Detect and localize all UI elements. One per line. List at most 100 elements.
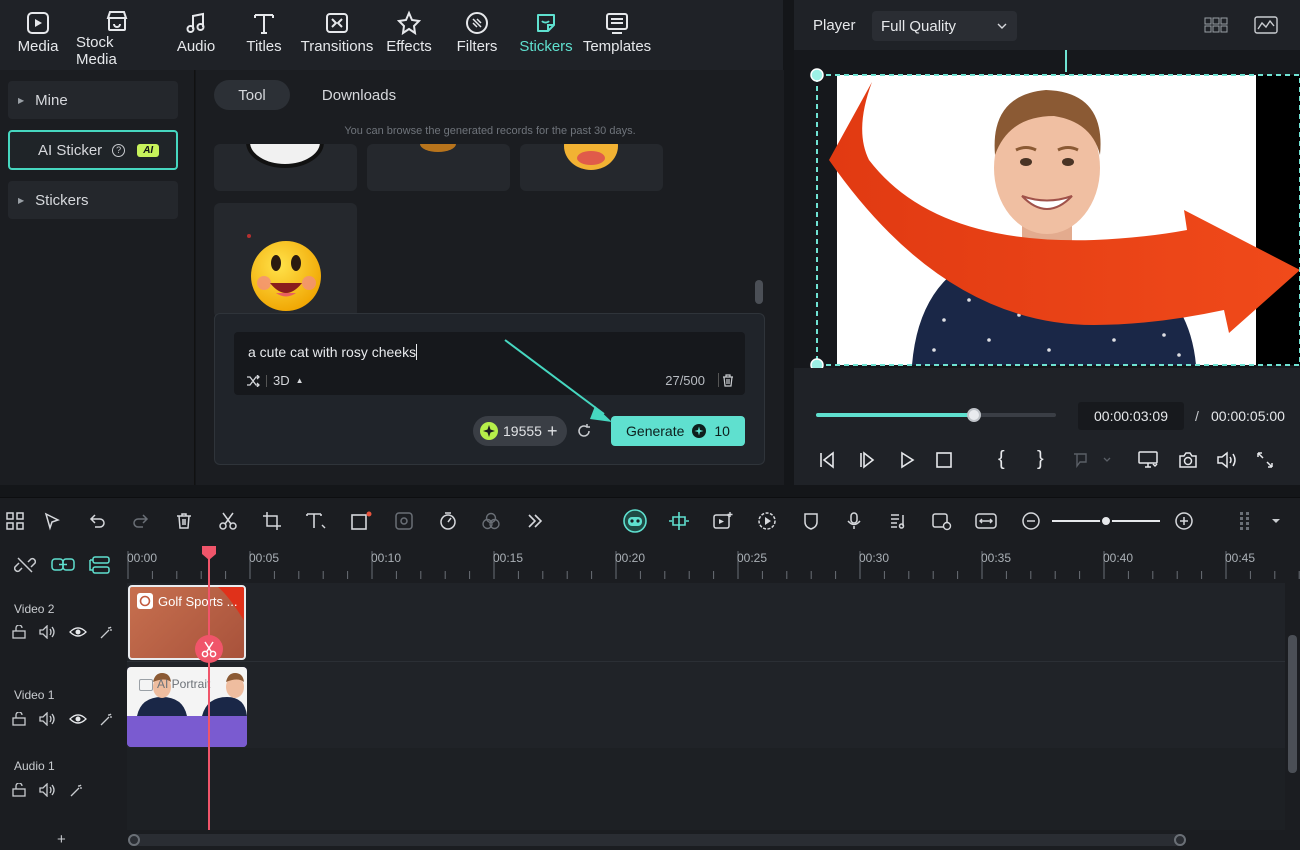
- audio-mixer-icon[interactable]: [885, 508, 911, 534]
- redo-icon[interactable]: [128, 508, 154, 534]
- play-icon[interactable]: [898, 451, 916, 469]
- microphone-icon[interactable]: [841, 508, 867, 534]
- clip-golf-sports[interactable]: Golf Sports ...: [128, 585, 246, 660]
- playhead[interactable]: [208, 547, 210, 850]
- timeline-tracks[interactable]: Golf Sports ... AI Portrait: [127, 583, 1300, 833]
- progress-handle[interactable]: [967, 408, 982, 422]
- style-selector[interactable]: 3D ▲: [246, 373, 304, 388]
- ai-effect-icon[interactable]: [69, 783, 85, 797]
- current-time[interactable]: 00:00:03:09: [1078, 402, 1184, 430]
- eye-icon[interactable]: [69, 625, 87, 639]
- preview-canvas[interactable]: [794, 50, 1300, 368]
- horizontal-scrollbar[interactable]: +: [0, 830, 1300, 850]
- marker-icon[interactable]: [1072, 452, 1112, 468]
- play-clip-icon[interactable]: [754, 508, 780, 534]
- shape-mask-icon[interactable]: [348, 508, 374, 534]
- sticker-card[interactable]: [367, 144, 510, 191]
- zoom-handle[interactable]: [1100, 515, 1112, 527]
- sidebar-item-ai-sticker[interactable]: AI Sticker ? AI: [8, 130, 178, 170]
- speed-icon[interactable]: [435, 508, 461, 534]
- scroll-end-handle[interactable]: [1174, 834, 1186, 846]
- clip-settings-icon[interactable]: [929, 508, 955, 534]
- snap-icon[interactable]: [666, 508, 692, 534]
- mute-icon[interactable]: [39, 783, 57, 797]
- tab-stock-media[interactable]: Stock Media: [76, 8, 158, 68]
- scopes-icon[interactable]: [1254, 15, 1278, 35]
- vertical-scroll-thumb[interactable]: [1288, 635, 1297, 773]
- split-scissors-icon[interactable]: [195, 635, 223, 663]
- quality-dropdown[interactable]: Full Quality: [872, 11, 1017, 41]
- lock-icon[interactable]: [11, 625, 27, 639]
- timeline-ruler[interactable]: 00:00 00:05 00:10 00:15 00:20 00:25 00:30 00:35…: [0, 545, 1300, 583]
- ai-copilot-icon[interactable]: [622, 508, 648, 534]
- volume-icon[interactable]: [1216, 451, 1238, 469]
- next-frame-icon[interactable]: [858, 451, 876, 469]
- layout-icon[interactable]: [2, 508, 28, 534]
- sidebar-item-mine[interactable]: ▶ Mine: [8, 81, 178, 119]
- sidebar-item-stickers[interactable]: ▶ Stickers: [8, 181, 178, 219]
- previous-frame-icon[interactable]: [818, 451, 836, 469]
- eye-icon[interactable]: [69, 712, 87, 726]
- track-height-icon[interactable]: [1233, 508, 1259, 534]
- tab-titles[interactable]: Titles: [243, 8, 285, 64]
- playback-progress[interactable]: [816, 408, 1056, 422]
- zoom-slider[interactable]: [1052, 515, 1160, 527]
- stop-icon[interactable]: [936, 452, 952, 468]
- tab-media[interactable]: Media: [17, 8, 59, 64]
- fullscreen-icon[interactable]: [1256, 451, 1274, 469]
- prompt-input[interactable]: a cute cat with rosy cheeks 3D ▲ 27/500: [234, 332, 745, 395]
- sticker-scrollbar[interactable]: [755, 280, 763, 304]
- lock-icon[interactable]: [11, 712, 27, 726]
- color-icon[interactable]: [478, 508, 504, 534]
- delete-icon[interactable]: [171, 508, 197, 534]
- display-settings-icon[interactable]: [1138, 451, 1160, 469]
- tab-transitions[interactable]: Transitions: [301, 8, 373, 64]
- mute-icon[interactable]: [39, 712, 57, 726]
- sticker-card[interactable]: [520, 144, 663, 191]
- fit-timeline-icon[interactable]: [973, 508, 999, 534]
- audio-lane[interactable]: [127, 748, 1285, 833]
- help-icon[interactable]: ?: [112, 143, 126, 157]
- ai-effect-icon[interactable]: [99, 625, 115, 639]
- undo-icon[interactable]: [84, 508, 110, 534]
- tab-filters[interactable]: Filters: [456, 8, 498, 64]
- scroll-start-handle[interactable]: [128, 834, 140, 846]
- tab-templates[interactable]: Templates: [583, 8, 651, 64]
- unlink-icon[interactable]: [14, 554, 36, 576]
- zoom-out-icon[interactable]: [1018, 508, 1044, 534]
- text-tool-icon[interactable]: [303, 508, 329, 534]
- generate-button[interactable]: Generate 10: [611, 416, 745, 446]
- vertical-scroll-track[interactable]: [1285, 583, 1300, 833]
- horizontal-scroll-thumb[interactable]: [128, 834, 1186, 846]
- tab-stickers[interactable]: Stickers: [519, 8, 573, 64]
- ai-effect-icon[interactable]: [99, 712, 115, 726]
- add-track-icon[interactable]: +: [57, 831, 66, 848]
- tab-tool[interactable]: Tool: [214, 80, 290, 110]
- trash-icon[interactable]: [722, 374, 734, 387]
- shuffle-icon[interactable]: [246, 374, 260, 387]
- more-tools-icon[interactable]: [522, 508, 548, 534]
- sticker-card[interactable]: [214, 203, 357, 318]
- ai-remove-icon[interactable]: [391, 508, 417, 534]
- tab-audio[interactable]: Audio: [175, 8, 217, 64]
- cut-icon[interactable]: [215, 508, 241, 534]
- playhead-handle[interactable]: [201, 545, 217, 561]
- mark-out-icon[interactable]: }: [1037, 448, 1044, 471]
- clip-ai-portrait[interactable]: AI Portrait: [127, 667, 247, 747]
- mute-icon[interactable]: [39, 625, 57, 639]
- tab-effects[interactable]: Effects: [386, 8, 432, 64]
- shield-icon[interactable]: [798, 508, 824, 534]
- grid-view-icon[interactable]: [1204, 15, 1228, 35]
- lock-icon[interactable]: [11, 783, 27, 797]
- chevron-down-icon[interactable]: [1263, 508, 1289, 534]
- auto-reframe-icon[interactable]: [710, 508, 736, 534]
- track-manager-icon[interactable]: [89, 554, 113, 576]
- snapshot-icon[interactable]: [1178, 451, 1198, 469]
- select-tool-icon[interactable]: [40, 508, 66, 534]
- tab-downloads[interactable]: Downloads: [311, 80, 407, 110]
- mark-in-icon[interactable]: {: [998, 448, 1005, 471]
- zoom-in-icon[interactable]: [1171, 508, 1197, 534]
- sticker-card[interactable]: [214, 144, 357, 191]
- link-icon[interactable]: [51, 554, 75, 576]
- crop-icon[interactable]: [259, 508, 285, 534]
